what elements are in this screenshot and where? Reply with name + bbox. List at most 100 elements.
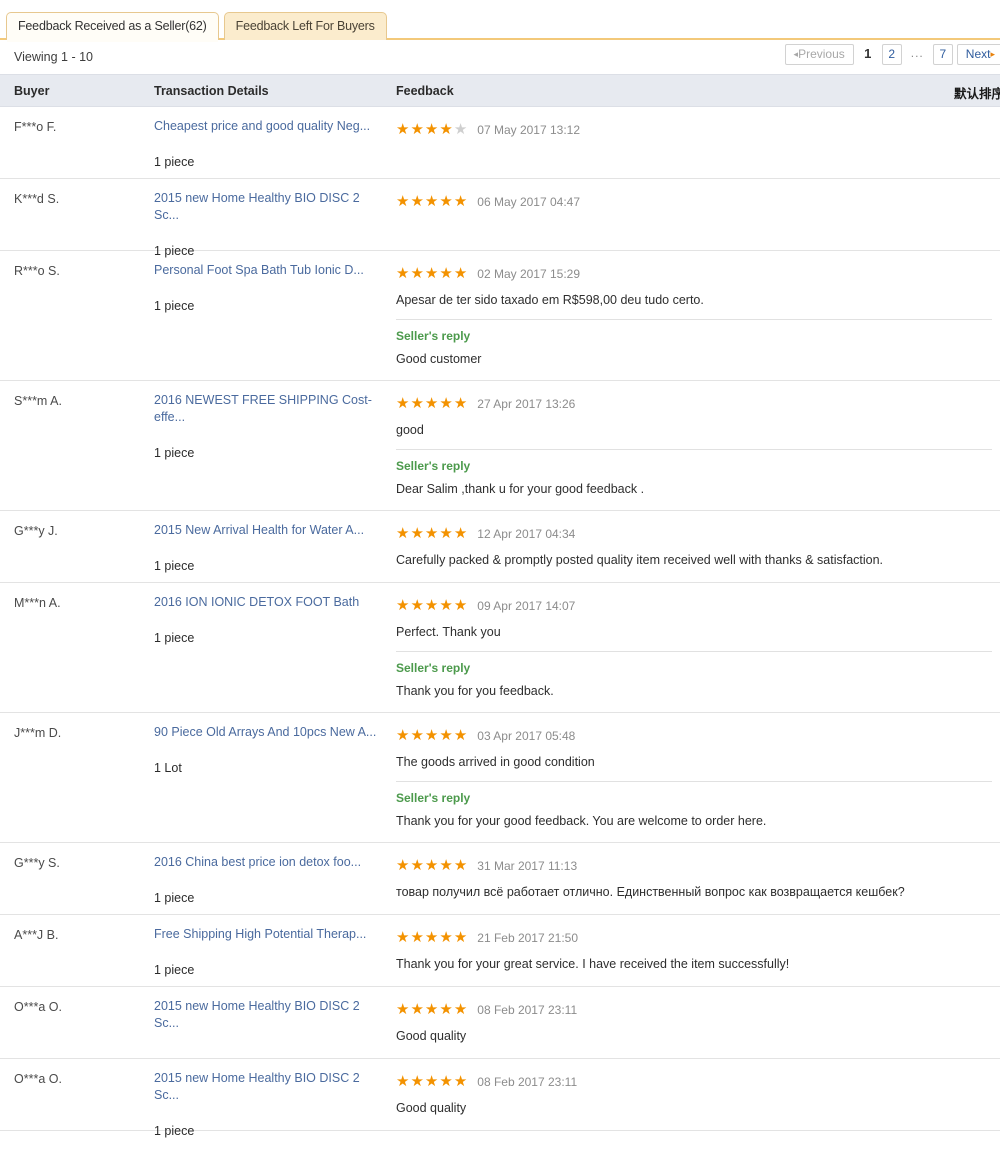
seller-reply-text: Good customer xyxy=(396,352,482,366)
star-icon: ★ xyxy=(453,596,469,614)
table-row: R***o S. Personal Foot Spa Bath Tub Ionic… xyxy=(0,251,1000,381)
feedback-comment: Good quality xyxy=(396,1101,467,1115)
star-icon: ★ xyxy=(453,1000,469,1018)
feedback-cell: ★★★★★ 09 Apr 2017 14:07 Perfect. Thank you… xyxy=(396,596,992,700)
star-icon: ★ xyxy=(396,394,411,412)
rating-stars: ★★★★★ xyxy=(396,1074,468,1090)
feedback-comment: Apesar de ter sido taxado em R$598,00 de… xyxy=(396,293,704,307)
feedback-date: 31 Mar 2017 11:13 xyxy=(477,859,578,873)
transaction-details-cell: 2016 China best price ion detox foo... 1 … xyxy=(154,854,386,905)
product-title-link[interactable]: 90 Piece Old Arrays And 10pcs New A... xyxy=(154,724,386,741)
table-row: A***J B. Free Shipping High Potential The… xyxy=(0,915,1000,987)
star-icon: ★ xyxy=(410,264,425,282)
seller-reply-label: Seller's reply xyxy=(396,791,471,805)
feedback-date: 08 Feb 2017 23:11 xyxy=(477,1075,578,1089)
chevron-right-icon: ▸ xyxy=(990,49,995,59)
tab-feedback-received[interactable]: Feedback Received as a Seller(62) xyxy=(6,12,219,42)
product-title-link[interactable]: Cheapest price and good quality Neg... xyxy=(154,118,386,135)
product-title-link[interactable]: 2015 New Arrival Health for Water A... xyxy=(154,522,386,539)
pagination-next-label: Next xyxy=(965,47,991,61)
transaction-details-cell: Free Shipping High Potential Therap... 1 … xyxy=(154,926,386,977)
feedback-date: 08 Feb 2017 23:11 xyxy=(477,1003,578,1017)
tab-feedback-left[interactable]: Feedback Left For Buyers xyxy=(223,12,387,40)
buyer-name: R***o S. xyxy=(14,264,60,278)
feedback-cell: ★★★★★ 08 Feb 2017 23:11 Good quality xyxy=(396,1000,992,1046)
star-icon: ★ xyxy=(424,726,440,744)
feedback-tabbar: Feedback Received as a Seller(62) Feedba… xyxy=(0,0,1000,42)
quantity-label: 1 piece xyxy=(154,963,195,977)
pagination-next-button[interactable]: Next▸ xyxy=(956,44,1000,65)
quantity-label: 1 piece xyxy=(154,891,195,905)
star-icon: ★ xyxy=(439,928,454,946)
buyer-name: A***J B. xyxy=(14,928,59,942)
pagination-page-1[interactable]: 1 xyxy=(858,44,878,65)
quantity-label: 1 piece xyxy=(154,446,195,460)
pagination-previous-label: Previous xyxy=(798,47,845,61)
feedback-cell: ★★★★★ 31 Mar 2017 11:13 товар получил всё … xyxy=(396,856,992,902)
product-title-link[interactable]: Free Shipping High Potential Therap... xyxy=(154,926,386,943)
transaction-details-cell: 2015 new Home Healthy BIO DISC 2 Sc... 1 … xyxy=(154,1070,386,1138)
product-title-link[interactable]: 2016 China best price ion detox foo... xyxy=(154,854,386,871)
feedback-list: F***o F. Cheapest price and good quality … xyxy=(0,107,1000,1138)
product-title-link[interactable]: 2016 ION IONIC DETOX FOOT Bath xyxy=(154,594,386,611)
star-icon: ★ xyxy=(410,596,425,614)
rating-stars: ★★★★★ xyxy=(396,194,468,210)
viewing-range: Viewing 1 - 10 xyxy=(14,50,93,64)
star-icon: ★ xyxy=(410,192,425,210)
star-icon: ★ xyxy=(410,928,425,946)
star-icon: ★ xyxy=(439,120,454,138)
star-icon: ★ xyxy=(410,120,425,138)
star-icon: ★ xyxy=(424,856,440,874)
pagination: ◂Previous 1 2 ... 7 Next▸ xyxy=(784,44,1000,65)
rating-stars: ★★★★★ xyxy=(396,728,468,744)
feedback-header: ★★★★★ 03 Apr 2017 05:48 xyxy=(396,726,992,746)
star-icon: ★ xyxy=(424,1000,440,1018)
feedback-header: ★★★★★ 02 May 2017 15:29 xyxy=(396,264,992,284)
feedback-cell: ★★★★★ 07 May 2017 13:12 xyxy=(396,120,992,166)
feedback-comment: Carefully packed & promptly posted quali… xyxy=(396,553,884,567)
star-icon: ★ xyxy=(439,856,454,874)
feedback-header: ★★★★★ 21 Feb 2017 21:50 xyxy=(396,928,992,948)
star-icon: ★ xyxy=(396,264,411,282)
product-title-link[interactable]: 2015 new Home Healthy BIO DISC 2 Sc... xyxy=(154,1070,386,1104)
feedback-comment: Good quality xyxy=(396,1029,467,1043)
star-icon: ★ xyxy=(396,596,411,614)
table-row: O***a O. 2015 new Home Healthy BIO DISC 2… xyxy=(0,987,1000,1059)
transaction-details-cell: Cheapest price and good quality Neg... 1 … xyxy=(154,118,386,169)
star-icon: ★ xyxy=(396,928,411,946)
star-icon: ★ xyxy=(439,192,454,210)
transaction-details-cell: 2015 new Home Healthy BIO DISC 2 Sc... xyxy=(154,998,386,1032)
star-icon: ★ xyxy=(396,1000,411,1018)
star-icon: ★ xyxy=(453,394,469,412)
star-icon: ★ xyxy=(424,394,440,412)
product-title-link[interactable]: Personal Foot Spa Bath Tub Ionic D... xyxy=(154,262,386,279)
seller-reply-text: Dear Salim ,thank u for your good feedba… xyxy=(396,482,645,496)
pagination-page-7[interactable]: 7 xyxy=(932,44,953,65)
star-icon: ★ xyxy=(396,192,411,210)
star-icon: ★ xyxy=(424,928,440,946)
pagination-page-2[interactable]: 2 xyxy=(881,44,902,65)
feedback-cell: ★★★★★ 06 May 2017 04:47 xyxy=(396,192,992,238)
feedback-date: 07 May 2017 13:12 xyxy=(477,123,581,137)
product-title-link[interactable]: 2016 NEWEST FREE SHIPPING Cost-effe... xyxy=(154,392,386,426)
rating-stars: ★★★★★ xyxy=(396,858,468,874)
table-row: G***y J. 2015 New Arrival Health for Wate… xyxy=(0,511,1000,583)
seller-reply-text: Thank you for you feedback. xyxy=(396,684,554,698)
feedback-comment: товар получил всё работает отлично. Един… xyxy=(396,885,905,899)
star-icon: ★ xyxy=(439,596,454,614)
product-title-link[interactable]: 2015 new Home Healthy BIO DISC 2 Sc... xyxy=(154,998,386,1032)
quantity-label: 1 piece xyxy=(154,559,195,573)
table-header: Buyer Transaction Details Feedback 默认排序 xyxy=(0,74,1000,107)
star-icon: ★ xyxy=(410,524,425,542)
pagination-previous-button[interactable]: ◂Previous xyxy=(784,44,854,65)
star-icon: ★ xyxy=(439,726,454,744)
star-icon: ★ xyxy=(439,264,454,282)
feedback-header: ★★★★★ 09 Apr 2017 14:07 xyxy=(396,596,992,616)
feedback-cell: ★★★★★ 21 Feb 2017 21:50 Thank you for your… xyxy=(396,928,992,974)
product-title-link[interactable]: 2015 new Home Healthy BIO DISC 2 Sc... xyxy=(154,190,386,224)
rating-stars: ★★★★★ xyxy=(396,1002,468,1018)
feedback-header: ★★★★★ 27 Apr 2017 13:26 xyxy=(396,394,992,414)
sort-order-label[interactable]: 默认排序 xyxy=(954,83,1000,102)
star-icon: ★ xyxy=(453,192,469,210)
transaction-details-cell: 2015 new Home Healthy BIO DISC 2 Sc... 1 … xyxy=(154,190,386,258)
